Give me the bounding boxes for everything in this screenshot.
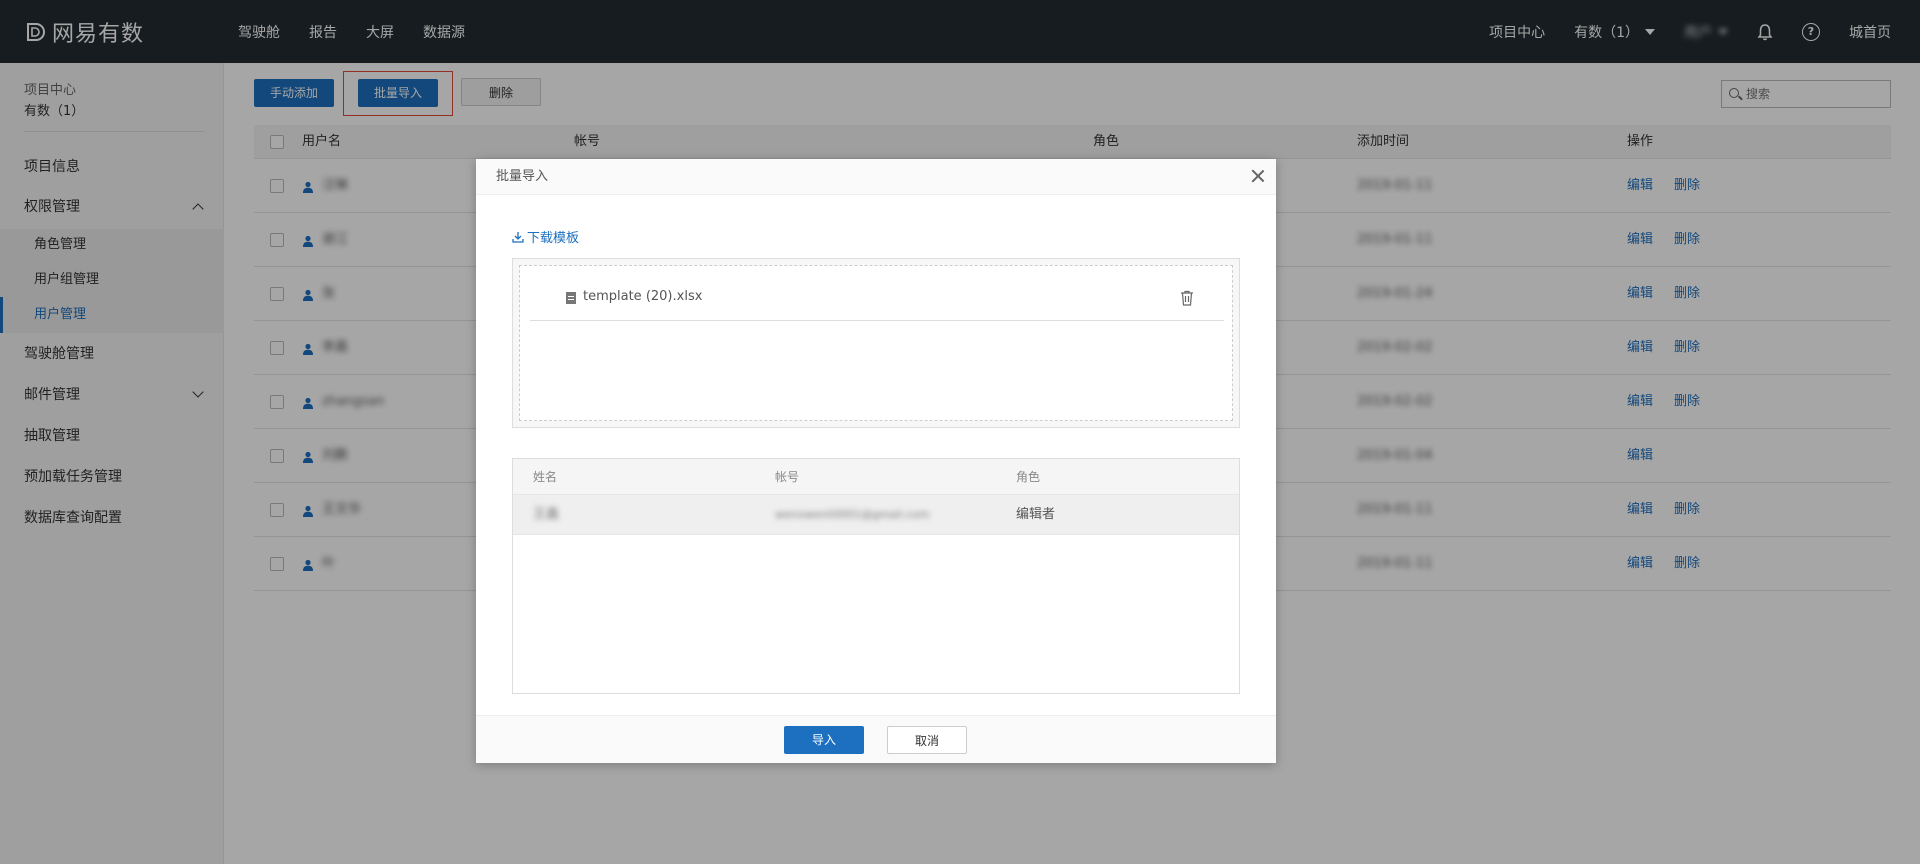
dropzone-inner: template (20).xlsx	[519, 265, 1233, 421]
preview-col-account: 帐号	[775, 470, 800, 484]
trash-icon[interactable]	[1180, 290, 1194, 306]
preview-name: 王鑫	[533, 507, 560, 522]
file-name: template (20).xlsx	[583, 289, 703, 304]
import-preview-table: 姓名 帐号 角色 王鑫 wenxwenli0001@gmail.com 编辑者	[512, 458, 1240, 694]
download-icon	[512, 231, 524, 243]
preview-account: wenxwenli0001@gmail.com	[775, 508, 930, 521]
download-label: 下载模板	[527, 231, 580, 246]
preview-role: 编辑者	[1016, 507, 1056, 522]
batch-import-dialog: 批量导入 下载模板 template (20).xlsx 姓名 帐号 角色 王鑫	[476, 159, 1276, 763]
preview-col-name: 姓名	[533, 470, 558, 484]
preview-header: 姓名 帐号 角色	[513, 459, 1239, 495]
preview-col-role: 角色	[1016, 470, 1041, 484]
dialog-footer: 导入 取消	[476, 715, 1276, 763]
uploaded-file-row: template (20).xlsx	[530, 276, 1224, 321]
dialog-header: 批量导入	[476, 159, 1276, 195]
upload-dropzone[interactable]: template (20).xlsx	[512, 258, 1240, 428]
download-template-link[interactable]: 下载模板	[512, 227, 579, 246]
preview-row: 王鑫 wenxwenli0001@gmail.com 编辑者	[513, 495, 1239, 535]
import-button[interactable]: 导入	[784, 726, 864, 754]
cancel-button[interactable]: 取消	[887, 726, 967, 754]
file-icon	[566, 292, 576, 304]
dialog-title: 批量导入	[496, 169, 549, 184]
close-icon[interactable]	[1250, 168, 1266, 184]
